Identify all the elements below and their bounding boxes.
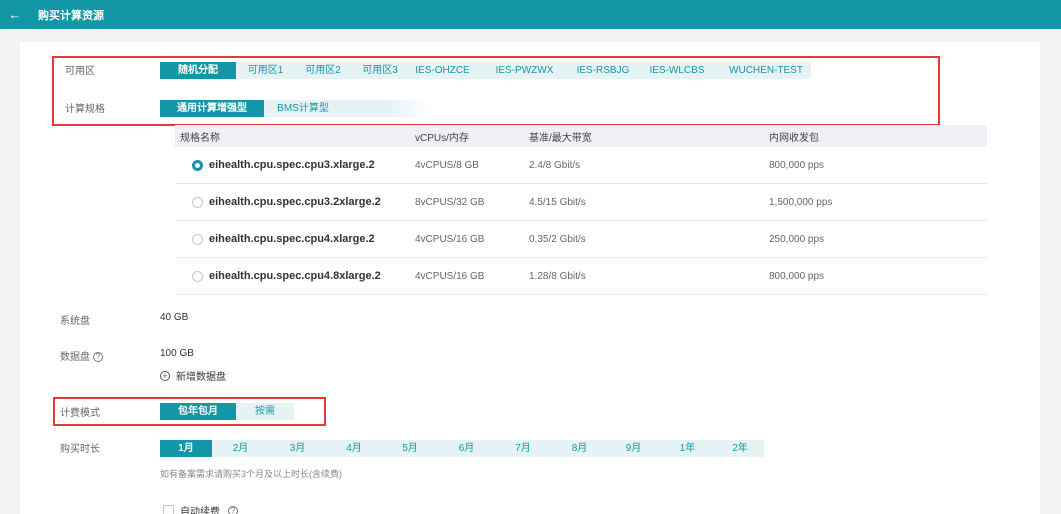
- duration-option[interactable]: 7月: [495, 440, 551, 457]
- add-data-disk-button[interactable]: + 新增数据盘: [160, 368, 226, 383]
- spec-pps: 800,000 pps: [769, 159, 825, 171]
- auto-renew-row: 自动续费 ?: [163, 503, 238, 514]
- data-disk-label-text: 数据盘: [60, 352, 90, 363]
- duration-label: 购买时长: [60, 444, 100, 455]
- spec-pps: 250,000 pps: [769, 233, 825, 245]
- spec-bandwidth: 1.28/8 Gbit/s: [529, 270, 586, 282]
- spec-radio[interactable]: [192, 196, 203, 208]
- system-disk-label: 系统盘: [60, 316, 90, 327]
- spec-table: 规格名称 vCPUs/内存 基准/最大带宽 内网收发包 eihealth.cpu…: [175, 125, 987, 295]
- duration-hint: 如有备案需求请购买3个月及以上时长(含续费): [160, 469, 343, 479]
- spec-name: eihealth.cpu.spec.cpu3.xlarge.2: [209, 159, 375, 171]
- page-title: 购买计算资源: [38, 9, 104, 22]
- spec-type-selector: 通用计算增强型 BMS计算型: [160, 100, 430, 117]
- column-header-pps: 内网收发包: [769, 132, 819, 144]
- help-icon[interactable]: ?: [228, 505, 238, 514]
- billing-option[interactable]: 包年包月: [160, 403, 236, 420]
- add-data-disk-label: 新增数据盘: [176, 372, 226, 383]
- back-arrow-icon[interactable]: ←: [0, 7, 30, 22]
- column-header-bandwidth: 基准/最大带宽: [529, 132, 592, 144]
- zone-selector: 随机分配 可用区1 可用区2 可用区3 IES-OHZCE IES-PWZWX IES-RS…: [160, 62, 811, 79]
- zone-label: 可用区: [65, 66, 95, 77]
- spec-bandwidth: 0.35/2 Gbit/s: [529, 233, 586, 245]
- spec-name: eihealth.cpu.spec.cpu4.xlarge.2: [209, 233, 375, 245]
- zone-option[interactable]: WUCHEN-TEST: [721, 62, 811, 79]
- spec-vcpu: 4vCPUS/8 GB: [415, 159, 479, 171]
- table-row[interactable]: eihealth.cpu.spec.cpu4.xlarge.2 4vCPUS/16…: [175, 221, 987, 258]
- zone-option[interactable]: 可用区3: [351, 62, 409, 79]
- spec-type-option[interactable]: BMS计算型: [264, 100, 342, 117]
- duration-option[interactable]: 6月: [438, 440, 495, 457]
- table-row[interactable]: eihealth.cpu.spec.cpu3.2xlarge.2 8vCPUS/3…: [175, 184, 987, 221]
- auto-renew-label: 自动续费: [180, 507, 220, 514]
- spec-name-cell: eihealth.cpu.spec.cpu3.xlarge.2: [175, 159, 415, 171]
- zone-option[interactable]: 可用区2: [295, 62, 351, 79]
- spec-radio[interactable]: [192, 270, 203, 282]
- main-panel: 可用区 随机分配 可用区1 可用区2 可用区3 IES-OHZCE IES-PWZWX IE…: [20, 42, 1040, 514]
- spec-name-cell: eihealth.cpu.spec.cpu4.8xlarge.2: [175, 270, 415, 282]
- spec-vcpu: 8vCPUS/32 GB: [415, 196, 485, 208]
- column-header-name: 规格名称: [180, 132, 220, 144]
- help-icon[interactable]: ?: [93, 352, 103, 363]
- zone-option[interactable]: IES-RSBJG: [573, 62, 633, 79]
- zone-option[interactable]: 可用区1: [236, 62, 295, 79]
- spec-pps: 800,000 pps: [769, 270, 825, 282]
- duration-option[interactable]: 5月: [382, 440, 438, 457]
- duration-option[interactable]: 2月: [212, 440, 269, 457]
- table-row[interactable]: eihealth.cpu.spec.cpu4.8xlarge.2 4vCPUS/1…: [175, 258, 987, 295]
- spec-vcpu: 4vCPUS/16 GB: [415, 233, 485, 245]
- system-disk-value: 40 GB: [160, 312, 189, 323]
- duration-option[interactable]: 3月: [269, 440, 326, 457]
- duration-option[interactable]: 2年: [716, 440, 764, 457]
- spec-radio[interactable]: [192, 233, 203, 245]
- data-disk-value: 100 GB: [160, 348, 194, 359]
- spec-bandwidth: 2.4/8 Gbit/s: [529, 159, 581, 171]
- auto-renew-checkbox[interactable]: [163, 505, 174, 514]
- spec-name: eihealth.cpu.spec.cpu4.8xlarge.2: [209, 270, 381, 282]
- data-disk-label: 数据盘?: [60, 348, 103, 363]
- plus-circle-icon: +: [160, 370, 170, 381]
- zone-option[interactable]: IES-OHZCE: [409, 62, 476, 79]
- spec-name-cell: eihealth.cpu.spec.cpu3.2xlarge.2: [175, 196, 415, 208]
- zone-option[interactable]: IES-PWZWX: [476, 62, 573, 79]
- top-bar: ← 购买计算资源: [0, 0, 1061, 29]
- spec-pps: 1,500,000 pps: [769, 196, 833, 208]
- table-row[interactable]: eihealth.cpu.spec.cpu3.xlarge.2 4vCPUS/8 …: [175, 147, 987, 184]
- duration-option[interactable]: 4月: [326, 440, 382, 457]
- billing-label: 计费模式: [60, 408, 100, 419]
- spec-type-label: 计算规格: [65, 104, 105, 115]
- spec-type-option[interactable]: 通用计算增强型: [160, 100, 264, 117]
- duration-option[interactable]: 1年: [659, 440, 716, 457]
- spec-table-header: 规格名称 vCPUs/内存 基准/最大带宽 内网收发包: [175, 125, 987, 147]
- spec-radio[interactable]: [192, 159, 203, 171]
- duration-option[interactable]: 9月: [608, 440, 659, 457]
- column-header-vcpu: vCPUs/内存: [415, 132, 469, 144]
- spec-name: eihealth.cpu.spec.cpu3.2xlarge.2: [209, 196, 381, 208]
- zone-option[interactable]: IES-WLCBS: [633, 62, 721, 79]
- billing-selector: 包年包月 按需: [160, 403, 294, 420]
- duration-option[interactable]: 1月: [160, 440, 212, 457]
- billing-option[interactable]: 按需: [236, 403, 294, 420]
- spec-bandwidth: 4.5/15 Gbit/s: [529, 196, 586, 208]
- duration-selector: 1月 2月 3月 4月 5月 6月 7月 8月 9月 1年 2年: [160, 440, 764, 457]
- duration-option[interactable]: 8月: [551, 440, 608, 457]
- spec-name-cell: eihealth.cpu.spec.cpu4.xlarge.2: [175, 233, 415, 245]
- zone-option[interactable]: 随机分配: [160, 62, 236, 79]
- spec-vcpu: 4vCPUS/16 GB: [415, 270, 485, 282]
